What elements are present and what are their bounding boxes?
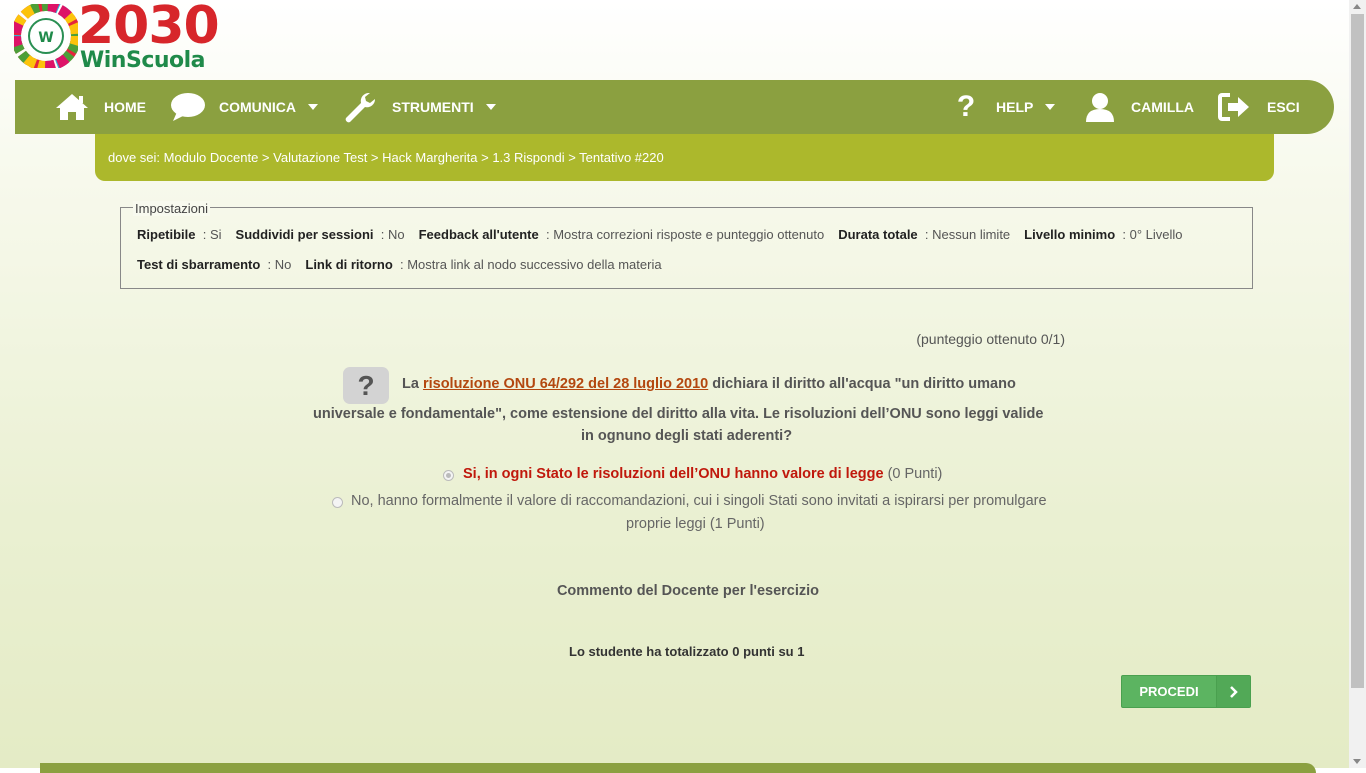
nav-help[interactable]: ? HELP — [955, 80, 1056, 134]
settings-legend: Impostazioni — [133, 201, 210, 216]
setting-value: : Si — [202, 227, 222, 242]
chevron-right-icon — [1216, 676, 1250, 707]
total-score: Lo studente ha totalizzato 0 punti su 1 — [569, 644, 805, 659]
answer-option-1-points: (0 Punti) — [887, 466, 943, 482]
scrollbar-thumb[interactable] — [1351, 14, 1364, 688]
question-prefix: La — [402, 376, 419, 392]
breadcrumb-text[interactable]: dove sei: Modulo Docente > Valutazione T… — [108, 150, 664, 165]
scroll-up-icon[interactable] — [1353, 4, 1361, 9]
proceed-button-label: PROCEDI — [1139, 684, 1199, 699]
setting-value: : 0° Livello — [1122, 227, 1183, 242]
scroll-down-icon[interactable] — [1353, 759, 1361, 764]
settings-row-1: Ripetibile : Si Suddividi per sessioni :… — [137, 227, 1197, 242]
question-line-3: in ognuno degli stati aderenti? — [581, 428, 793, 444]
nav-home[interactable]: HOME — [55, 80, 146, 134]
nav-comunica-label: COMUNICA — [219, 99, 296, 115]
setting-value: : No — [380, 227, 405, 242]
nav-home-label: HOME — [104, 99, 146, 115]
question-line-2: universale e fondamentale", come estensi… — [313, 406, 1044, 422]
home-icon — [56, 94, 88, 120]
footer-bar — [40, 763, 1316, 773]
logo[interactable]: W 2030 WinScuola — [14, 0, 220, 74]
proceed-button[interactable]: PROCEDI — [1121, 675, 1251, 708]
setting-label: Suddividi per sessioni — [235, 227, 374, 242]
setting-label: Livello minimo — [1024, 227, 1116, 242]
setting-value: : Mostra correzioni risposte e punteggio… — [545, 227, 825, 242]
setting-label: Durata totale — [838, 227, 918, 242]
answer-radio-1[interactable] — [443, 470, 454, 481]
nav-comunica[interactable]: COMUNICA — [170, 80, 318, 134]
logo-letter: W — [38, 30, 53, 46]
score-text: (punteggio ottenuto 0/1) — [916, 331, 1065, 347]
setting-value: : Mostra link al nodo successivo della m… — [400, 257, 662, 272]
answer-option-2-line-1[interactable]: No, hanno formalmente il valore di racco… — [351, 493, 1047, 509]
answer-option-1[interactable]: Si, in ogni Stato le risoluzioni dell’ON… — [463, 466, 942, 482]
logo-brand: WinScuola — [80, 48, 206, 73]
settings-row-2: Test di sbarramento : No Link di ritorno… — [137, 257, 676, 272]
setting-label: Test di sbarramento — [137, 257, 261, 272]
question-line-1: La risoluzione ONU 64/292 del 28 luglio … — [402, 376, 1016, 392]
nav-esci-label: ESCI — [1267, 99, 1300, 115]
nav-user[interactable]: CAMILLA — [1085, 80, 1194, 134]
settings-panel: Impostazioni Ripetibile : Si Suddividi p… — [120, 201, 1253, 289]
nav-strumenti-label: STRUMENTI — [392, 99, 474, 115]
chat-bubble-icon — [171, 93, 205, 121]
answer-option-2-line-2[interactable]: proprie leggi (1 Punti) — [626, 516, 765, 532]
chevron-down-icon — [485, 104, 496, 110]
answer-option-1-text: Si, in ogni Stato le risoluzioni dell’ON… — [463, 466, 884, 482]
nav-user-label: CAMILLA — [1131, 99, 1194, 115]
breadcrumb: dove sei: Modulo Docente > Valutazione T… — [95, 134, 1274, 181]
chevron-down-icon — [1045, 104, 1056, 110]
setting-label: Link di ritorno — [305, 257, 393, 272]
question-link[interactable]: risoluzione ONU 64/292 del 28 luglio 201… — [423, 376, 708, 392]
vertical-scrollbar[interactable] — [1349, 0, 1366, 768]
wrench-icon — [345, 92, 376, 123]
nav-esci[interactable]: ESCI — [1218, 80, 1300, 134]
nav-help-label: HELP — [996, 99, 1034, 115]
question-line1-rest: dichiara il diritto all'acqua "un diritt… — [712, 376, 1016, 392]
chevron-down-icon — [308, 104, 318, 110]
setting-value: : No — [267, 257, 292, 272]
setting-label: Ripetibile — [137, 227, 196, 242]
main-navbar: HOME COMUNICA STRUMENTI ? HELP CAMILLA E… — [15, 80, 1334, 134]
setting-value: : Nessun limite — [924, 227, 1011, 242]
answer-radio-2[interactable] — [332, 497, 343, 508]
logout-icon — [1218, 93, 1249, 121]
sdg-wheel-icon: W — [14, 4, 78, 68]
teacher-comment-title: Commento del Docente per l'esercizio — [556, 583, 820, 599]
question-icon: ? — [343, 367, 389, 404]
user-icon — [1086, 93, 1114, 122]
question-mark-icon: ? — [956, 90, 976, 123]
setting-label: Feedback all'utente — [418, 227, 539, 242]
nav-strumenti[interactable]: STRUMENTI — [343, 80, 496, 134]
